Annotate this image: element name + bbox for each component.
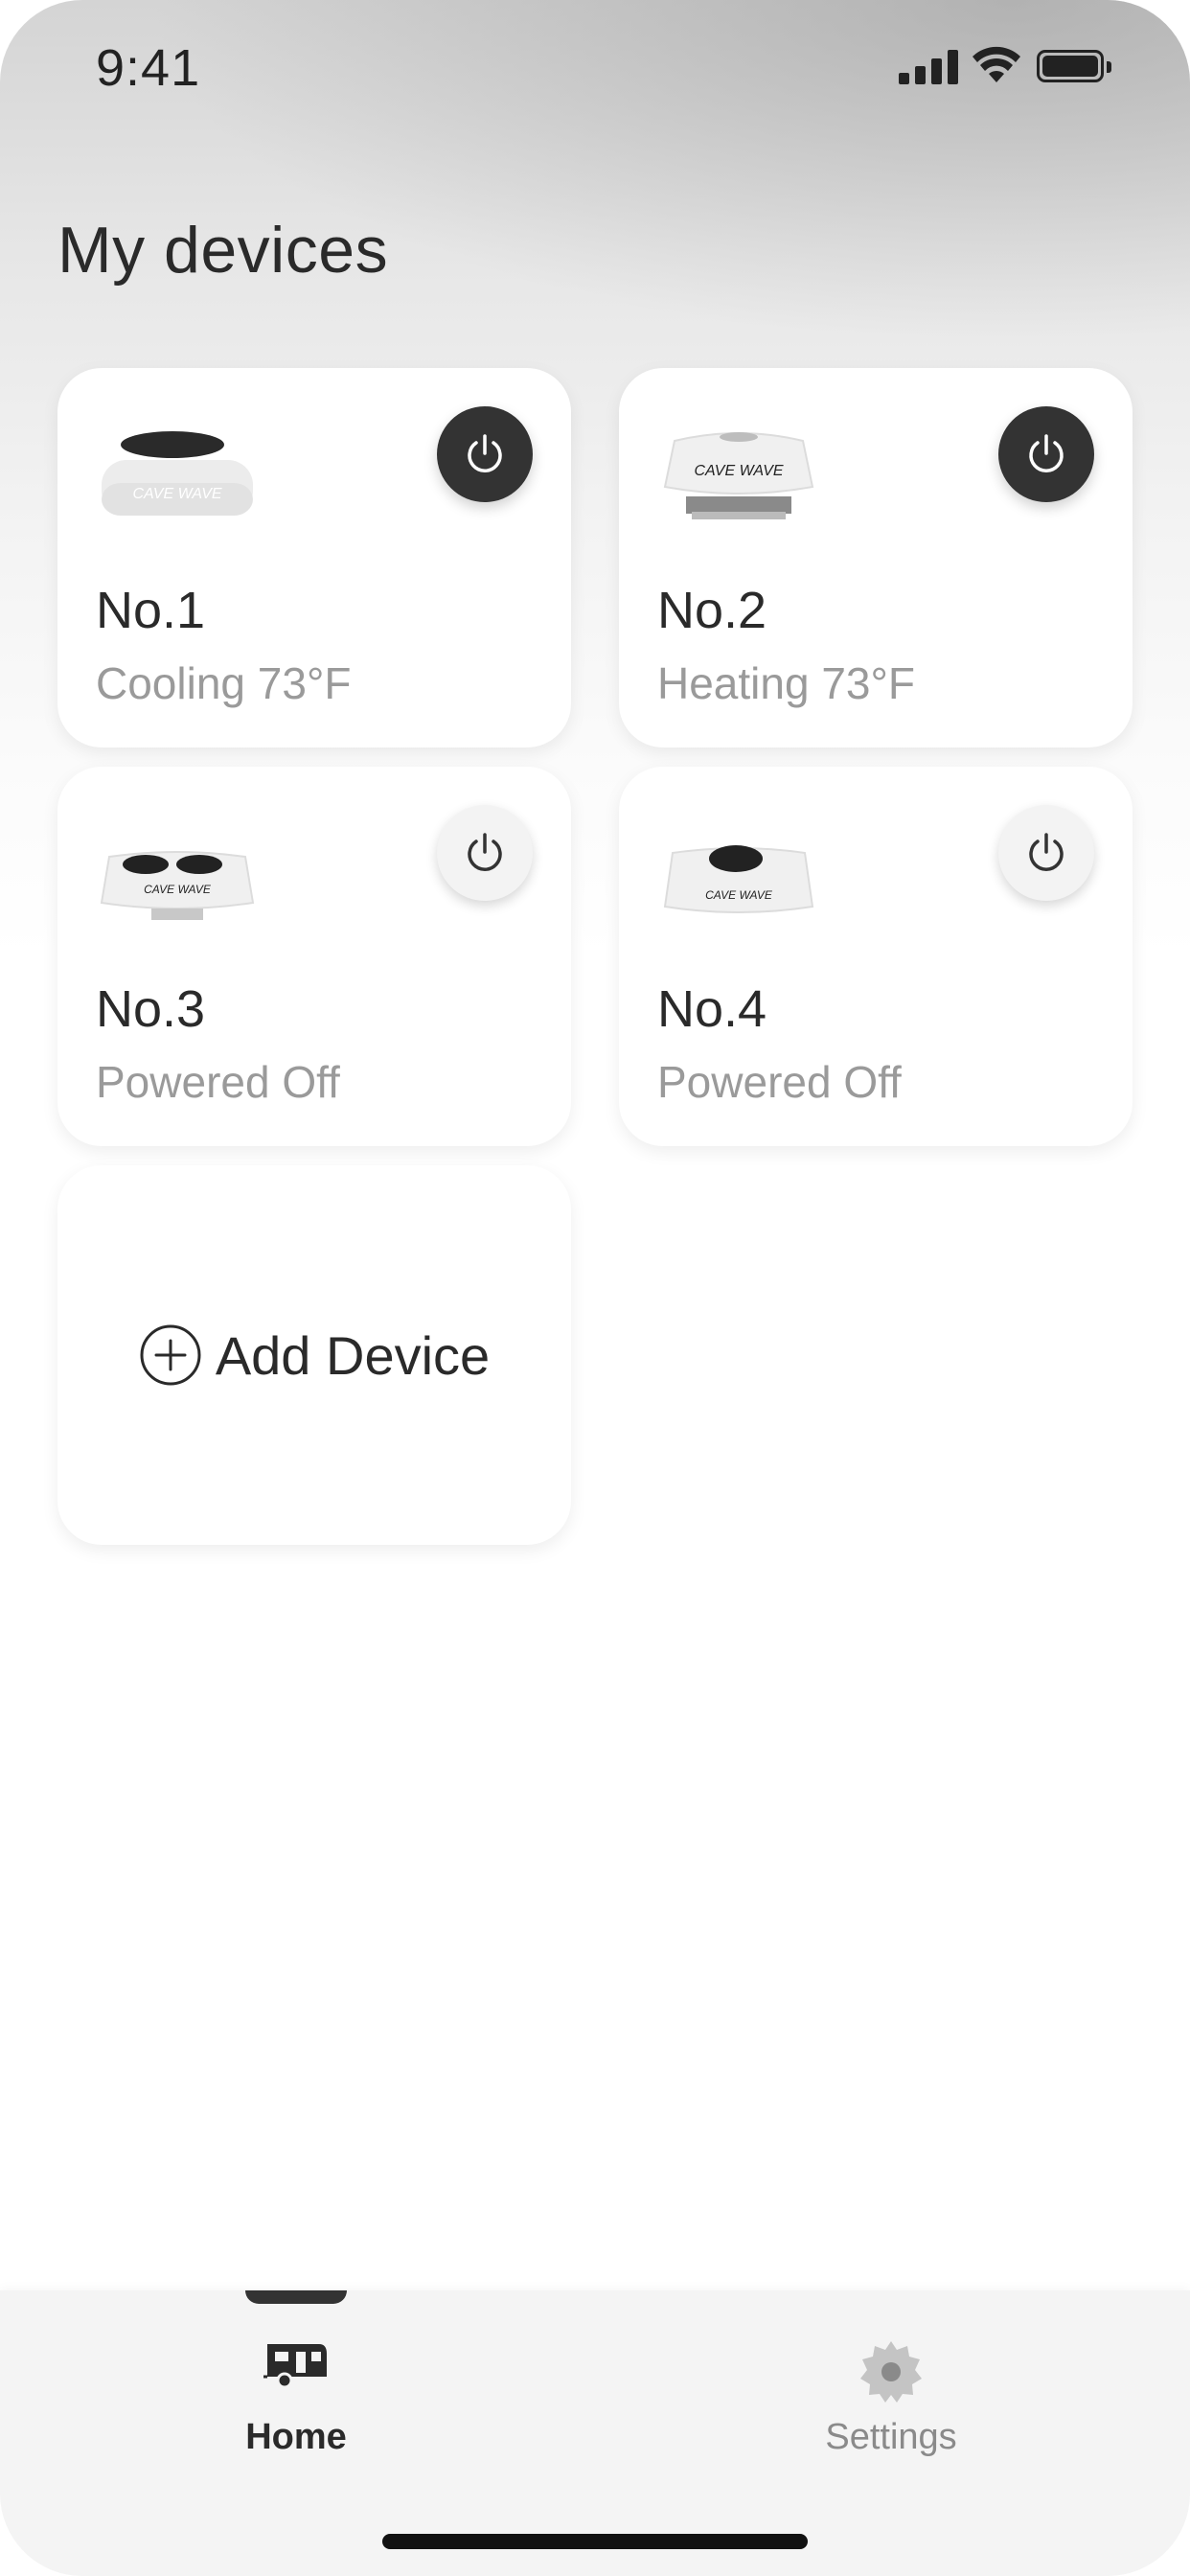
device-status: Powered Off — [96, 1057, 340, 1107]
power-toggle-button[interactable] — [998, 406, 1094, 502]
power-icon — [468, 434, 502, 472]
device-card-1[interactable]: CAVE WAVE No.1 Cooling 73°F — [57, 368, 571, 748]
device-card-3[interactable]: CAVE WAVE No.3 Powered Off — [57, 767, 571, 1146]
status-time: 9:41 — [96, 39, 201, 97]
device-status: Cooling 73°F — [96, 658, 352, 708]
tab-home-label: Home — [245, 2417, 347, 2457]
home-indicator — [382, 2534, 808, 2549]
page-title: My devices — [57, 214, 389, 287]
tab-settings-label: Settings — [825, 2417, 957, 2457]
status-bar: 9:41 — [0, 0, 1190, 134]
battery-icon — [1037, 50, 1115, 86]
tab-settings[interactable]: Settings — [747, 2338, 1035, 2463]
gear-icon — [860, 2341, 922, 2403]
svg-text:CAVE WAVE: CAVE WAVE — [694, 463, 783, 479]
device-name: No.3 — [96, 980, 206, 1038]
power-toggle-button[interactable] — [998, 805, 1094, 901]
rooftop-ac-unit-image: CAVE WAVE — [663, 845, 814, 913]
device-status: Powered Off — [657, 1057, 902, 1107]
rooftop-ac-unit-image: CAVE WAVE — [663, 432, 814, 519]
device-card-4[interactable]: CAVE WAVE No.4 Powered Off — [619, 767, 1133, 1146]
device-name: No.4 — [657, 980, 767, 1038]
power-toggle-button[interactable] — [437, 805, 533, 901]
tab-home[interactable]: Home — [152, 2338, 440, 2463]
svg-text:CAVE WAVE: CAVE WAVE — [132, 486, 221, 502]
add-device-button[interactable]: Add Device — [57, 1165, 571, 1545]
active-tab-indicator — [245, 2290, 347, 2304]
svg-text:CAVE WAVE: CAVE WAVE — [144, 883, 212, 896]
power-toggle-button[interactable] — [437, 406, 533, 502]
add-device-label: Add Device — [215, 1324, 491, 1386]
power-icon — [1029, 833, 1064, 871]
device-name: No.1 — [96, 582, 206, 639]
plus-circle-icon — [140, 1324, 201, 1386]
rooftop-ac-unit-image: CAVE WAVE — [102, 431, 253, 516]
device-card-2[interactable]: CAVE WAVE No.2 Heating 73°F — [619, 368, 1133, 748]
camper-icon — [263, 2344, 327, 2389]
rooftop-ac-unit-image: CAVE WAVE — [100, 851, 255, 920]
svg-text:CAVE WAVE: CAVE WAVE — [705, 888, 773, 902]
phone-screen: 9:41 My devices CAVE WAVE No.1 Cooling 7… — [0, 0, 1190, 2576]
device-name: No.2 — [657, 582, 767, 639]
power-icon — [1029, 434, 1064, 472]
wifi-icon — [973, 46, 1020, 82]
cellular-signal-icon — [899, 50, 958, 84]
power-icon — [468, 833, 502, 871]
device-status: Heating 73°F — [657, 658, 915, 708]
